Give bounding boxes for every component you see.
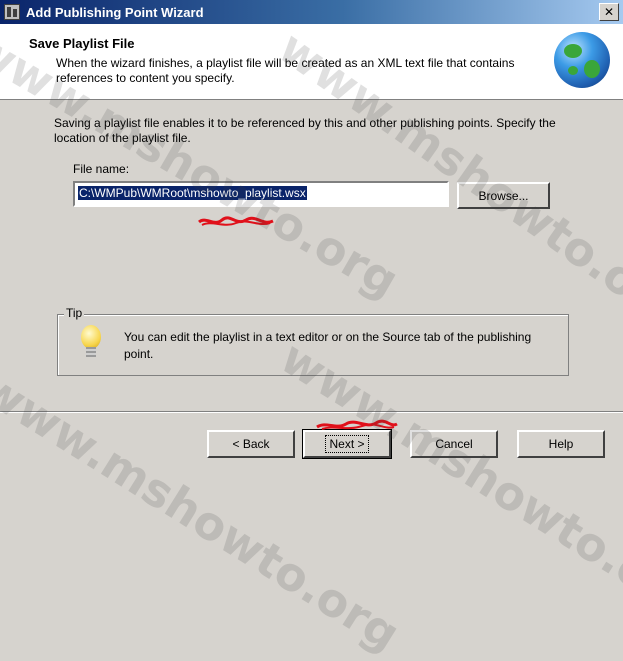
watermark: www.mshowto.org: [0, 360, 410, 661]
browse-button[interactable]: Browse...: [457, 182, 550, 209]
lightbulb-icon: [80, 325, 102, 365]
help-button[interactable]: Help: [517, 430, 605, 458]
tip-text: You can edit the playlist in a text edit…: [124, 330, 532, 361]
help-button-label: Help: [548, 437, 574, 451]
next-button[interactable]: Next >: [302, 429, 392, 459]
cancel-button[interactable]: Cancel: [410, 430, 498, 458]
tip-group: Tip You can edit the playlist in a text …: [57, 306, 569, 376]
close-button[interactable]: ✕: [599, 3, 619, 21]
file-name-label: File name:: [73, 162, 130, 176]
cancel-button-label: Cancel: [435, 437, 473, 451]
next-button-label: Next >: [325, 435, 369, 453]
footer-divider: [0, 411, 623, 413]
file-name-value: C:\WMPub\WMRoot\mshowto_playlist.wsx: [78, 186, 307, 200]
title-bar: Add Publishing Point Wizard ✕: [0, 0, 623, 24]
tip-legend: Tip: [64, 306, 85, 320]
file-name-input[interactable]: C:\WMPub\WMRoot\mshowto_playlist.wsx: [73, 181, 449, 207]
window-title: Add Publishing Point Wizard: [26, 4, 204, 20]
globe-icon: [554, 32, 610, 88]
wizard-header: Save Playlist File When the wizard finis…: [0, 24, 623, 100]
page-description: When the wizard finishes, a playlist fil…: [56, 56, 515, 85]
back-button-label: < Back: [232, 437, 270, 451]
back-button[interactable]: < Back: [207, 430, 295, 458]
intro-text: Saving a playlist file enables it to be …: [54, 116, 556, 145]
scribble-mark: [198, 216, 274, 226]
server-icon: [4, 4, 20, 20]
page-title: Save Playlist File: [29, 36, 135, 51]
